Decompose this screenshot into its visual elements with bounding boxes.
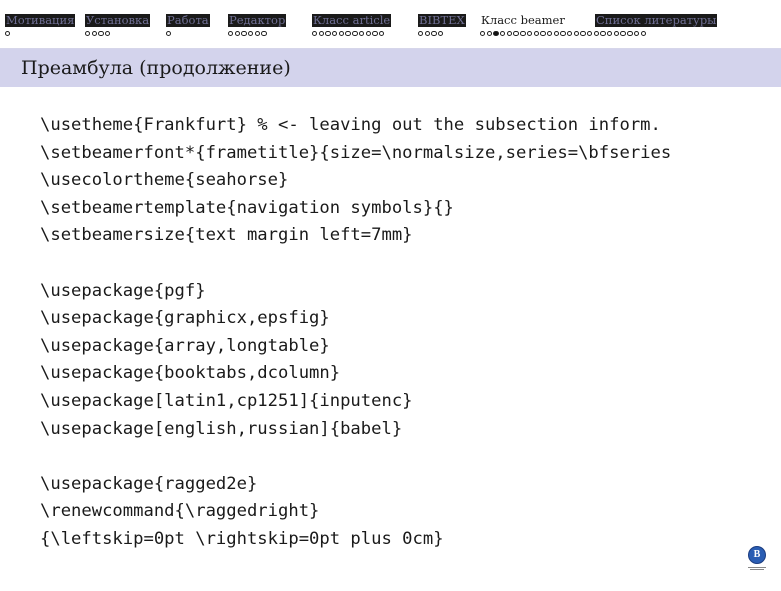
nav-frame-dot[interactable] (438, 31, 444, 37)
code-line: \setbeamersize{text margin left=7mm} (40, 225, 413, 246)
nav-frame-dot-current[interactable] (493, 31, 499, 37)
nav-subsection-dots (166, 31, 172, 40)
nav-subsection-dots (228, 31, 267, 40)
nav-frame-dot[interactable] (633, 31, 640, 37)
nav-frame-dot[interactable] (613, 31, 620, 37)
nav-section-title[interactable]: Список литературы (595, 14, 718, 27)
code-line: \setbeamertemplate{navigation symbols}{} (40, 197, 454, 218)
logo-caption (746, 566, 768, 572)
frame-title-bar: Преамбула (продолжение) (0, 49, 781, 87)
nav-section-title[interactable]: BIBTEX (418, 14, 466, 27)
nav-section-title[interactable]: Класс article (312, 14, 392, 27)
nav-frame-dot[interactable] (91, 31, 98, 37)
frame-title: Преамбула (продолжение) (21, 57, 291, 79)
nav-frame-dot[interactable] (345, 31, 351, 37)
hse-logo-icon: B (748, 546, 766, 564)
nav-frame-dot[interactable] (418, 31, 424, 37)
nav-frame-dot[interactable] (248, 31, 254, 37)
nav-frame-dot[interactable] (378, 31, 385, 37)
nav-frame-dot[interactable] (261, 31, 267, 37)
nav-frame-dot[interactable] (338, 31, 345, 37)
nav-frame-dot[interactable] (312, 31, 318, 37)
code-line: \usepackage[latin1,cp1251]{inputenc} (40, 390, 413, 411)
nav-frame-dot[interactable] (513, 31, 519, 37)
nav-frame-dot[interactable] (546, 31, 553, 37)
code-line: {\leftskip=0pt \rightskip=0pt plus 0cm} (40, 528, 444, 549)
nav-frame-dot[interactable] (627, 31, 633, 37)
nav-frame-dot[interactable] (600, 31, 606, 37)
nav-frame-dot[interactable] (573, 31, 580, 37)
nav-frame-dot[interactable] (325, 31, 331, 37)
nav-subsection-dots (418, 31, 444, 40)
code-line: \usepackage{pgf} (40, 280, 206, 301)
nav-frame-dot[interactable] (486, 31, 493, 37)
nav-subsection-dots (5, 31, 11, 40)
code-line: \usepackage{graphicx,epsfig} (40, 308, 330, 329)
nav-frame-dot[interactable] (607, 31, 613, 37)
nav-frame-dot[interactable] (424, 31, 431, 37)
nav-frame-dot[interactable] (105, 31, 111, 37)
nav-frame-dot[interactable] (520, 31, 526, 37)
code-line: \usepackage{array,longtable} (40, 335, 330, 356)
nav-frame-dot[interactable] (166, 31, 172, 37)
nav-frame-dot[interactable] (431, 31, 437, 37)
nav-subsection-dots (85, 31, 111, 40)
navigation-headline: Мотивация Установка Работа Редактор Класс ar… (0, 0, 781, 49)
nav-frame-dot[interactable] (358, 31, 365, 37)
nav-subsection-dots (480, 31, 646, 40)
nav-frame-dot[interactable] (540, 31, 546, 37)
nav-frame-dot[interactable] (620, 31, 626, 37)
nav-section-title[interactable]: Работа (166, 14, 210, 27)
code-line: \usepackage{booktabs,dcolumn} (40, 363, 341, 384)
nav-frame-dot[interactable] (228, 31, 234, 37)
code-line: \usepackage{ragged2e} (40, 473, 258, 494)
nav-frame-dot[interactable] (553, 31, 559, 37)
code-line: \usepackage[english,russian]{babel} (40, 418, 403, 439)
nav-frame-dot[interactable] (85, 31, 91, 37)
nav-frame-dot[interactable] (332, 31, 338, 37)
nav-frame-dot[interactable] (640, 31, 646, 37)
nav-frame-dot[interactable] (254, 31, 261, 37)
nav-frame-dot[interactable] (372, 31, 378, 37)
nav-frame-dot[interactable] (234, 31, 241, 37)
code-line: \usecolortheme{seahorse} (40, 170, 289, 191)
nav-frame-dot[interactable] (480, 31, 486, 37)
nav-frame-dot[interactable] (5, 31, 11, 37)
nav-frame-dot[interactable] (587, 31, 593, 37)
nav-frame-dot[interactable] (241, 31, 247, 37)
nav-frame-dot[interactable] (318, 31, 325, 37)
nav-frame-dot[interactable] (365, 31, 371, 37)
nav-section-title[interactable]: Мотивация (5, 14, 76, 27)
nav-frame-dot[interactable] (593, 31, 600, 37)
nav-frame-dot[interactable] (352, 31, 358, 37)
code-line: \setbeamerfont*{frametitle}{size=\normal… (40, 142, 672, 163)
nav-frame-dot[interactable] (98, 31, 104, 37)
code-line: \renewcommand{\raggedright} (40, 501, 320, 522)
nav-frame-dot[interactable] (560, 31, 566, 37)
nav-frame-dot[interactable] (506, 31, 513, 37)
code-line: \usetheme{Frankfurt} % <- leaving out th… (40, 115, 661, 135)
nav-section-title[interactable]: Класс beamer (480, 14, 566, 27)
nav-frame-dot[interactable] (500, 31, 506, 37)
nav-frame-dot[interactable] (526, 31, 533, 37)
nav-frame-dot[interactable] (580, 31, 586, 37)
nav-frame-dot[interactable] (566, 31, 573, 37)
nav-section-title[interactable]: Редактор (228, 14, 287, 27)
nav-section-title[interactable]: Установка (85, 14, 151, 27)
code-block: \usetheme{Frankfurt} % <- leaving out th… (40, 112, 671, 554)
nav-subsection-dots (312, 31, 385, 40)
nav-frame-dot[interactable] (533, 31, 539, 37)
